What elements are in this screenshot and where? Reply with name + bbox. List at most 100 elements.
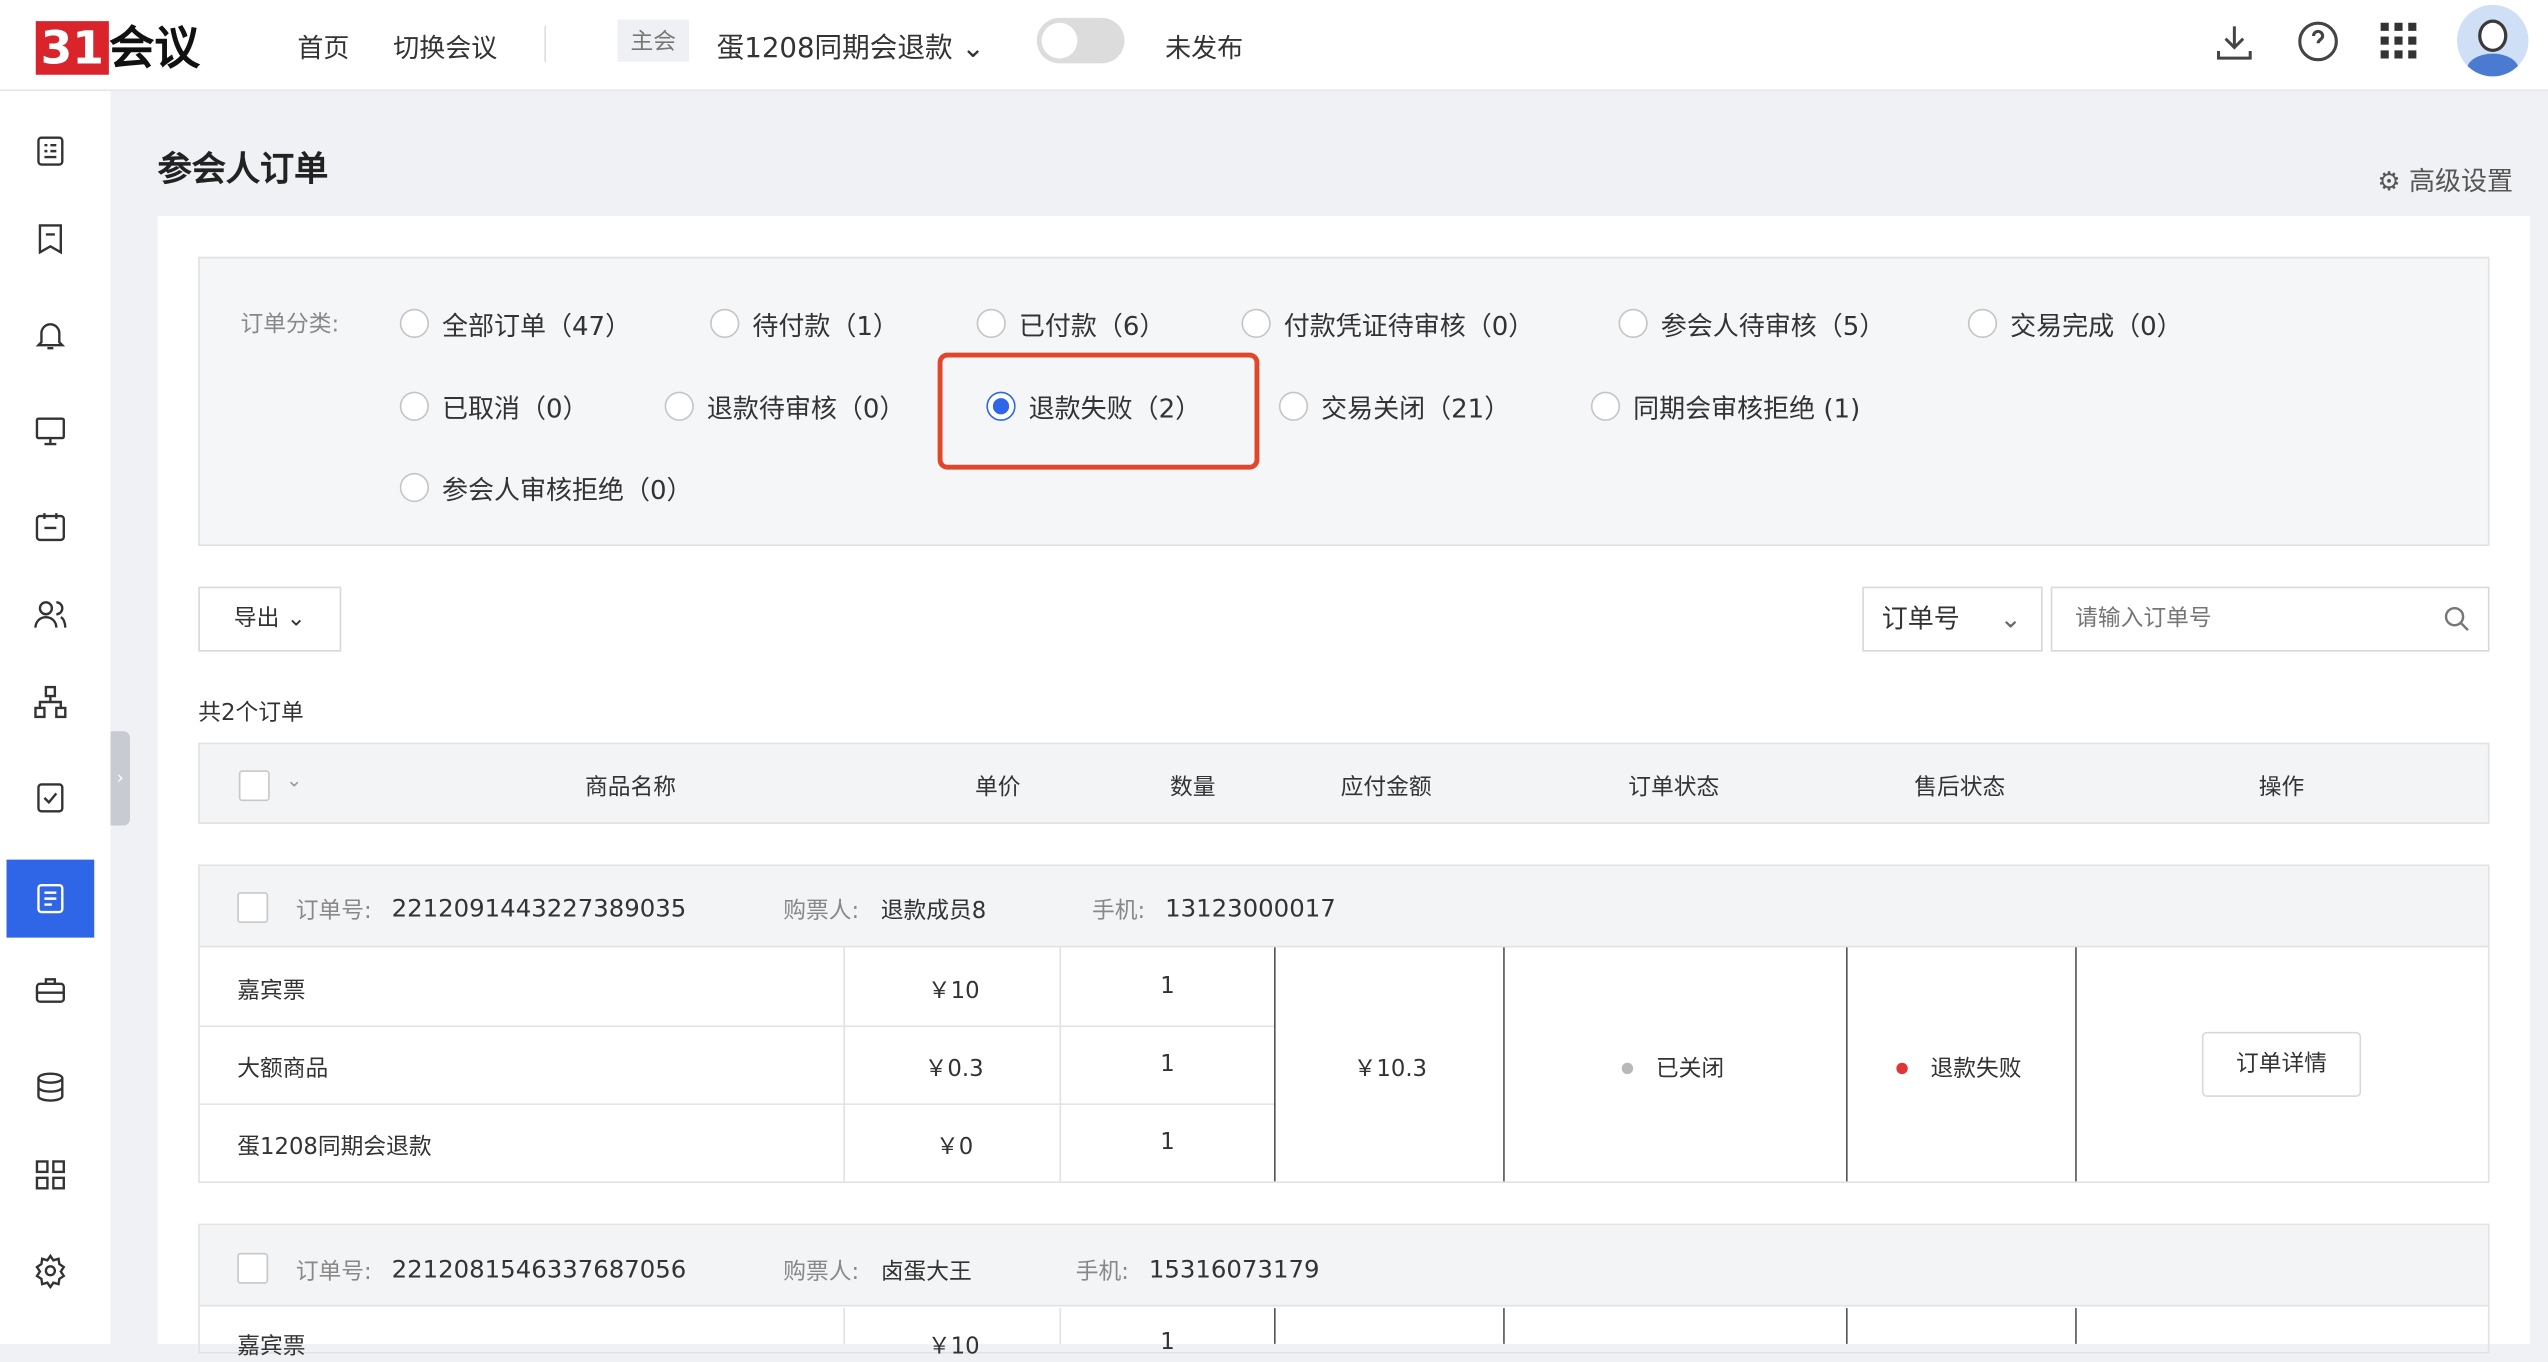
advanced-settings-label: 高级设置 (2408, 165, 2513, 197)
sidebar-item-overview[interactable] (7, 112, 95, 190)
search-type-label: 订单号 (1881, 602, 1960, 634)
nav-home[interactable]: 首页 (297, 26, 349, 65)
phone-number: 15316073179 (1148, 1254, 1320, 1284)
item-name: 大额商品 (237, 1056, 329, 1083)
radio (1590, 391, 1621, 421)
radio (399, 391, 429, 421)
chevron-down-icon: ⌄ (1999, 602, 2022, 634)
filter-option-label: 交易关闭（21） (1321, 393, 1511, 425)
search-input[interactable] (2050, 586, 2490, 652)
col-unit-price: 单价 (975, 775, 1021, 802)
sidebar-item-checkin[interactable] (7, 759, 95, 837)
order-no: 2212081546337687056 (391, 1254, 687, 1284)
filter-option-label: 退款失败（2） (1028, 393, 1202, 425)
sidebar-item-website[interactable] (7, 392, 95, 470)
row-divider (199, 1103, 1276, 1105)
sidebar-item-travel[interactable] (7, 952, 95, 1030)
item-qty: 1 (1160, 1129, 1175, 1156)
avatar[interactable] (2457, 4, 2529, 77)
item-price: ￥0 (936, 1134, 974, 1161)
sidebar-collapse-handle[interactable]: › (110, 731, 130, 826)
filter-option-pending-payment[interactable]: 待付款（1） (710, 304, 899, 343)
item-name: 嘉宾票 (237, 1334, 306, 1361)
filter-option-cancelled[interactable]: 已取消（0） (399, 387, 589, 426)
gear-icon: ⚙ (2377, 165, 2401, 197)
sidebar-item-forms[interactable] (7, 200, 95, 278)
chevron-down-icon: ⌄ (961, 32, 985, 66)
item-name: 蛋1208同期会退款 (237, 1134, 432, 1161)
filter-option-label: 同期会审核拒绝 (1) (1633, 393, 1861, 425)
sidebar-item-notifications[interactable] (7, 296, 95, 374)
filter-option-attendee-review[interactable]: 参会人待审核（5） (1618, 304, 1886, 343)
search-icon[interactable] (2442, 605, 2471, 634)
phone-label: 手机: (1075, 1259, 1129, 1286)
filter-option-label: 待付款（1） (752, 310, 899, 342)
main-meeting-tag: 主会 (617, 19, 689, 62)
advanced-settings-link[interactable]: ⚙ 高级设置 (2377, 159, 2513, 198)
sidebar-item-data[interactable] (7, 1048, 95, 1126)
chevron-down-icon[interactable]: ⌄ (286, 769, 302, 792)
item-qty: 1 (1160, 1329, 1175, 1356)
radio (1967, 308, 1998, 338)
meeting-selector[interactable]: 蛋1208同期会退款 ⌄ (717, 24, 985, 66)
page-title: 参会人订单 (157, 149, 329, 189)
filter-option-label: 付款凭证待审核（0） (1283, 310, 1535, 342)
export-button[interactable]: 导出 ⌄ (198, 586, 342, 652)
order-checkbox[interactable] (237, 1252, 269, 1284)
sidebar-item-settings[interactable] (7, 1232, 95, 1310)
filter-option-voucher-review[interactable]: 付款凭证待审核（0） (1241, 304, 1535, 343)
filter-option-label: 已取消（0） (442, 393, 589, 425)
logo[interactable]: 31 会议 (35, 13, 200, 78)
filter-option-closed[interactable]: 交易关闭（21） (1278, 387, 1511, 426)
filter-option-paid[interactable]: 已付款（6） (976, 304, 1165, 343)
sidebar-item-structure[interactable] (7, 663, 95, 741)
filter-option-completed[interactable]: 交易完成（0） (1967, 304, 2183, 343)
filter-option-label: 退款待审核（0） (706, 393, 906, 425)
filter-option-parallel-rejected[interactable]: 同期会审核拒绝 (1) (1590, 387, 1861, 426)
divider (544, 26, 546, 62)
col-product-name: 商品名称 (585, 775, 676, 802)
col-amount-due: 应付金额 (1340, 775, 1432, 802)
col-order-status: 订单状态 (1628, 775, 1720, 802)
search-type-select[interactable]: 订单号 ⌄ (1862, 586, 2043, 652)
item-price: ￥10 (927, 978, 980, 1005)
item-qty: 1 (1160, 1051, 1175, 1078)
top-bar: 31 会议 首页 切换会议 主会 蛋1208同期会退款 ⌄ 未发布 (0, 0, 2548, 91)
col-divider (1503, 947, 1505, 1182)
radio (976, 308, 1006, 338)
chevron-down-icon: ⌄ (286, 606, 306, 633)
sidebar (0, 91, 111, 1344)
filter-option-all[interactable]: 全部订单（47） (399, 304, 632, 343)
col-divider (843, 1308, 845, 1344)
col-divider (1503, 1308, 1505, 1344)
col-divider (1059, 947, 1062, 1182)
col-after-sale-status: 售后状态 (1914, 775, 2006, 802)
order-no: 2212091443227389035 (391, 893, 687, 923)
order-checkbox[interactable] (237, 892, 269, 923)
download-icon[interactable] (2213, 21, 2255, 63)
nav-switch-meeting[interactable]: 切换会议 (393, 26, 497, 65)
after-sale-status: 退款失败 (1930, 1056, 2022, 1083)
filter-option-label: 全部订单（47） (442, 310, 632, 342)
order-count: 共2个订单 (198, 700, 304, 727)
help-icon[interactable] (2296, 20, 2340, 64)
filter-option-refund-review[interactable]: 退款待审核（0） (664, 387, 906, 426)
publish-status: 未发布 (1165, 32, 1244, 64)
apps-grid-icon[interactable] (2379, 21, 2418, 60)
item-qty: 1 (1160, 973, 1175, 1000)
filter-option-label: 参会人待审核（5） (1660, 310, 1886, 342)
select-all-checkbox[interactable] (238, 770, 270, 802)
radio (1618, 308, 1648, 338)
sidebar-item-attendees[interactable] (7, 575, 95, 653)
col-divider (1846, 947, 1848, 1182)
sidebar-item-agenda[interactable] (7, 488, 95, 566)
item-price: ￥0.3 (924, 1056, 984, 1083)
filter-option-refund-failed[interactable]: 退款失败（2） (986, 387, 1201, 426)
filter-option-attendee-rejected[interactable]: 参会人审核拒绝（0） (399, 468, 693, 507)
col-divider (1846, 1308, 1848, 1344)
sidebar-item-apps[interactable] (7, 1136, 95, 1214)
publish-toggle[interactable] (1036, 17, 1125, 64)
order-detail-button[interactable]: 订单详情 (2201, 1031, 2362, 1097)
buyer-label: 购票人: (783, 898, 860, 925)
sidebar-item-orders[interactable] (6, 859, 95, 938)
